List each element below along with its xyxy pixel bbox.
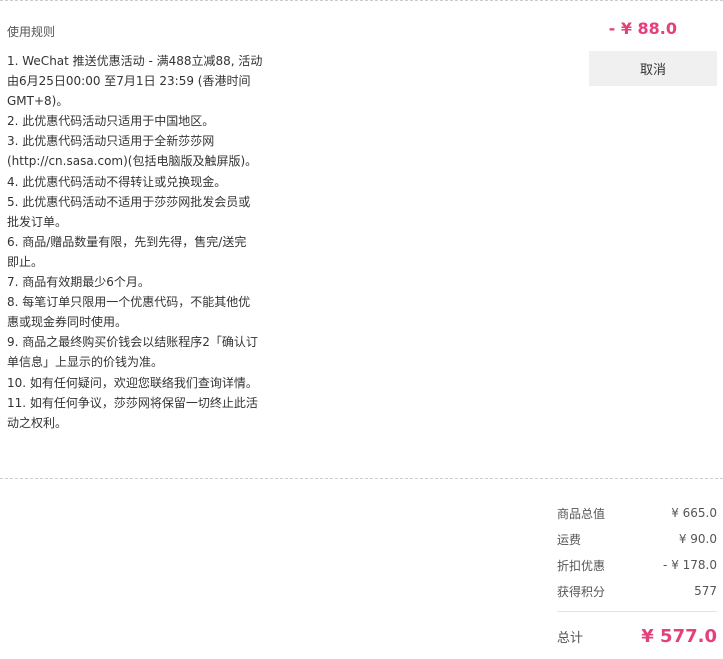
rule-line: 1. WeChat 推送优惠活动 - 满488立减88, 活动	[7, 54, 263, 68]
section-divider	[0, 478, 723, 479]
rule-line: 9. 商品之最终购买价钱会以结账程序2「确认订	[7, 335, 258, 350]
rule-line: GMT+8)。	[7, 94, 69, 109]
rule-line: 2. 此优惠代码活动只适用于中国地区。	[7, 114, 215, 129]
rules-list: 1. WeChat 推送优惠活动 - 满488立减88, 活动 由6月25日00…	[7, 51, 269, 433]
rule-line: 由6月25日00:00 至7月1日 23:59 (香港时间	[7, 74, 251, 89]
summary-value: ¥ 665.0	[671, 506, 717, 520]
rule-line: 批发订单。	[7, 214, 68, 229]
rule-line: 即止。	[7, 254, 44, 269]
rule-line: 单信息」上显示的价钱为准。	[7, 355, 164, 370]
rules-title: 使用规则	[7, 25, 56, 39]
rule-line: 动之权利。	[7, 415, 68, 430]
top-divider	[0, 0, 723, 1]
rule-line: 4. 此优惠代码活动不得转让或兑换现金。	[7, 174, 227, 189]
total-label: 总计	[557, 630, 584, 646]
rule-line: 8. 每笔订单只限用一个优惠代码，不能其他优	[7, 295, 251, 310]
summary-value: - ¥ 178.0	[663, 558, 717, 572]
summary-total-row: 总计 ¥ 577.0	[557, 622, 717, 650]
summary-row-subtotal: 商品总值 ¥ 665.0	[557, 500, 717, 526]
rule-line: 惠或现金券同时使用。	[7, 315, 128, 330]
order-summary: 商品总值 ¥ 665.0 运费 ¥ 90.0 折扣优惠 - ¥ 178.0 获得…	[557, 500, 717, 604]
summary-row-discount: 折扣优惠 - ¥ 178.0	[557, 552, 717, 578]
coupon-discount-amount: - ¥ 88.0	[608, 19, 677, 38]
rule-line: (http://cn.sasa.com)(包括电脑版及触屏版)。	[7, 154, 258, 169]
summary-label: 运费	[557, 532, 582, 547]
summary-label: 获得积分	[557, 584, 606, 599]
summary-label: 商品总值	[557, 506, 606, 521]
summary-value: ¥ 90.0	[678, 532, 717, 546]
total-value: ¥ 577.0	[641, 625, 717, 647]
rule-line: 3. 此优惠代码活动只适用于全新莎莎网	[7, 134, 215, 149]
summary-row-points: 获得积分 577	[557, 578, 717, 604]
cancel-coupon-button[interactable]: 取消	[589, 51, 717, 86]
summary-row-shipping: 运费 ¥ 90.0	[557, 526, 717, 552]
rule-line: 10. 如有任何疑问，欢迎您联络我们查询详情。	[7, 375, 258, 390]
rule-line: 7. 商品有效期最少6个月。	[7, 275, 150, 290]
rule-line: 6. 商品/赠品数量有限，先到先得，售完/送完	[7, 234, 247, 249]
rule-line: 11. 如有任何争议，莎莎网将保留一切终止此活	[7, 395, 258, 410]
rule-line: 5. 此优惠代码活动不适用于莎莎网批发会员或	[7, 194, 251, 209]
summary-value: 577	[694, 584, 717, 598]
summary-label: 折扣优惠	[557, 558, 606, 573]
summary-separator	[557, 611, 717, 612]
